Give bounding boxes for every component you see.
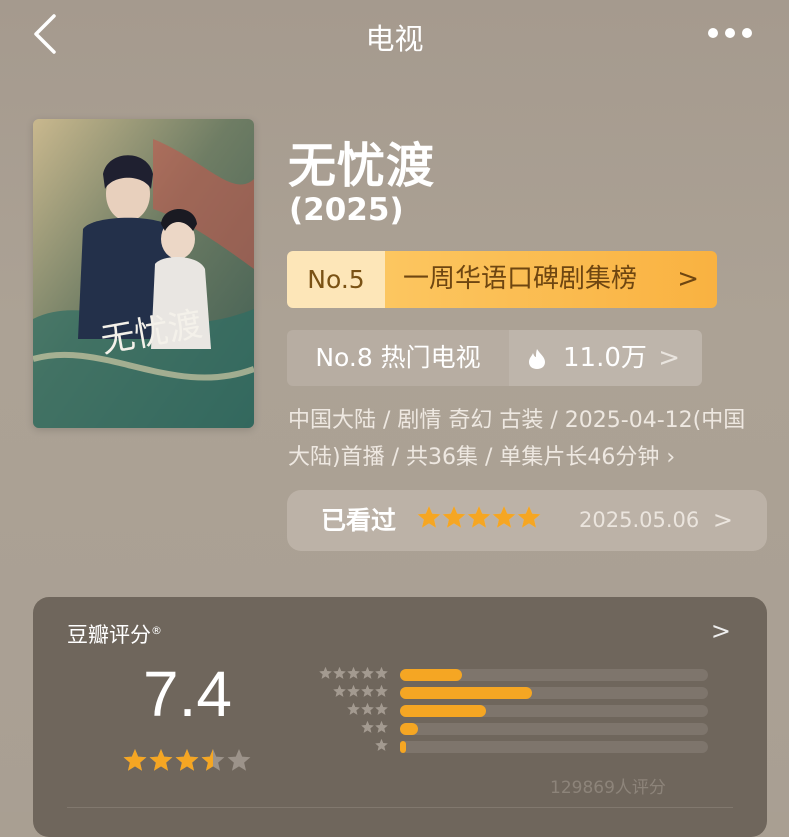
star-filled-icon xyxy=(467,506,491,528)
distribution-bar-track xyxy=(400,741,708,753)
star-filled-icon xyxy=(347,685,360,697)
chevron-right-icon[interactable]: > xyxy=(711,617,731,645)
distribution-star-level xyxy=(278,721,388,735)
rating-source-text: 豆瓣评分 xyxy=(67,623,151,647)
divider xyxy=(67,807,733,808)
star-filled-icon xyxy=(361,685,374,697)
star-filled-icon xyxy=(442,506,466,528)
stars-svg xyxy=(347,703,388,715)
star-filled-icon xyxy=(361,667,374,679)
distribution-bar-fill xyxy=(400,723,419,735)
heat-section: 11.0万 > xyxy=(509,330,702,386)
rating-source-label: 豆瓣评分® xyxy=(67,619,162,649)
star-filled-icon xyxy=(517,506,541,528)
star-filled-icon xyxy=(123,749,147,771)
user-rating-stars xyxy=(417,506,541,534)
star-filled-icon xyxy=(175,749,199,771)
watched-label: 已看过 xyxy=(321,506,397,535)
rank-chart-label: 一周华语口碑剧集榜 xyxy=(385,251,717,308)
star-filled-icon xyxy=(333,667,346,679)
douban-rating-card[interactable]: 豆瓣评分® > 7.4 129869人评分 xyxy=(33,597,767,837)
star-filled-icon xyxy=(149,749,173,771)
weekly-chart-rank-button[interactable]: No.5 一周华语口碑剧集榜 > xyxy=(287,251,717,308)
stars-svg xyxy=(333,685,388,697)
movie-title: 无忧渡 xyxy=(288,138,436,194)
hot-tv-rank-label: No.8 热门电视 xyxy=(287,330,509,386)
star-filled-icon xyxy=(347,703,360,715)
flame-icon xyxy=(529,349,545,369)
distribution-star-level xyxy=(278,667,388,681)
distribution-bar-fill xyxy=(400,669,462,681)
movie-year: (2025) xyxy=(289,192,404,228)
more-dot-icon xyxy=(742,28,752,38)
chevron-right-icon: > xyxy=(658,343,680,373)
watched-status-button[interactable]: 已看过 2025.05.06 > xyxy=(287,490,767,551)
star-filled-icon xyxy=(375,703,388,715)
star-filled-icon xyxy=(361,703,374,715)
distribution-bar-fill xyxy=(400,741,407,753)
movie-meta-info[interactable]: 中国大陆 / 剧情 奇幻 古装 / 2025-04-12(中国大陆)首播 / 共… xyxy=(288,402,758,476)
more-button[interactable] xyxy=(700,18,760,48)
star-filled-icon xyxy=(417,506,441,528)
distribution-star-level xyxy=(278,703,388,717)
distribution-star-level xyxy=(278,685,388,699)
star-filled-icon xyxy=(492,506,516,528)
star-filled-icon xyxy=(375,667,388,679)
star-filled-icon xyxy=(361,721,374,733)
heat-value: 11.0万 xyxy=(563,343,647,373)
stars-svg xyxy=(361,721,388,733)
poster-image[interactable]: 无忧渡 xyxy=(33,119,254,428)
top-bar: 电视 xyxy=(0,0,789,70)
rank-number: No.5 xyxy=(287,251,385,308)
rating-count: 129869人评分 xyxy=(550,778,666,798)
hot-tv-rank-button[interactable]: No.8 热门电视 11.0万 > xyxy=(287,330,702,386)
stars-svg xyxy=(319,667,388,679)
more-dot-icon xyxy=(708,28,718,38)
distribution-bar-track xyxy=(400,705,708,717)
more-dot-icon xyxy=(725,28,735,38)
stars-svg xyxy=(375,739,388,751)
star-filled-icon xyxy=(375,721,388,733)
star-filled-icon xyxy=(319,667,332,679)
star-icon xyxy=(227,749,251,771)
star-filled-icon xyxy=(375,739,388,751)
chevron-right-icon: > xyxy=(712,506,733,534)
distribution-bar-track xyxy=(400,669,708,681)
watched-date: 2025.05.06 xyxy=(579,508,700,532)
distribution-star-level xyxy=(278,739,388,753)
stars-svg xyxy=(417,506,541,528)
poster-artwork: 无忧渡 xyxy=(33,119,254,428)
distribution-bar-fill xyxy=(400,687,533,699)
star-filled-icon xyxy=(375,685,388,697)
registered-mark: ® xyxy=(151,624,162,637)
distribution-bar-fill xyxy=(400,705,487,717)
rating-stars xyxy=(123,749,251,777)
stars-svg xyxy=(123,749,251,771)
star-filled-icon xyxy=(347,667,360,679)
distribution-bar-track xyxy=(400,723,708,735)
page-title: 电视 xyxy=(365,22,424,56)
distribution-bar-track xyxy=(400,687,708,699)
chevron-right-icon: > xyxy=(677,264,699,294)
rating-score: 7.4 xyxy=(143,658,232,730)
star-filled-icon xyxy=(333,685,346,697)
